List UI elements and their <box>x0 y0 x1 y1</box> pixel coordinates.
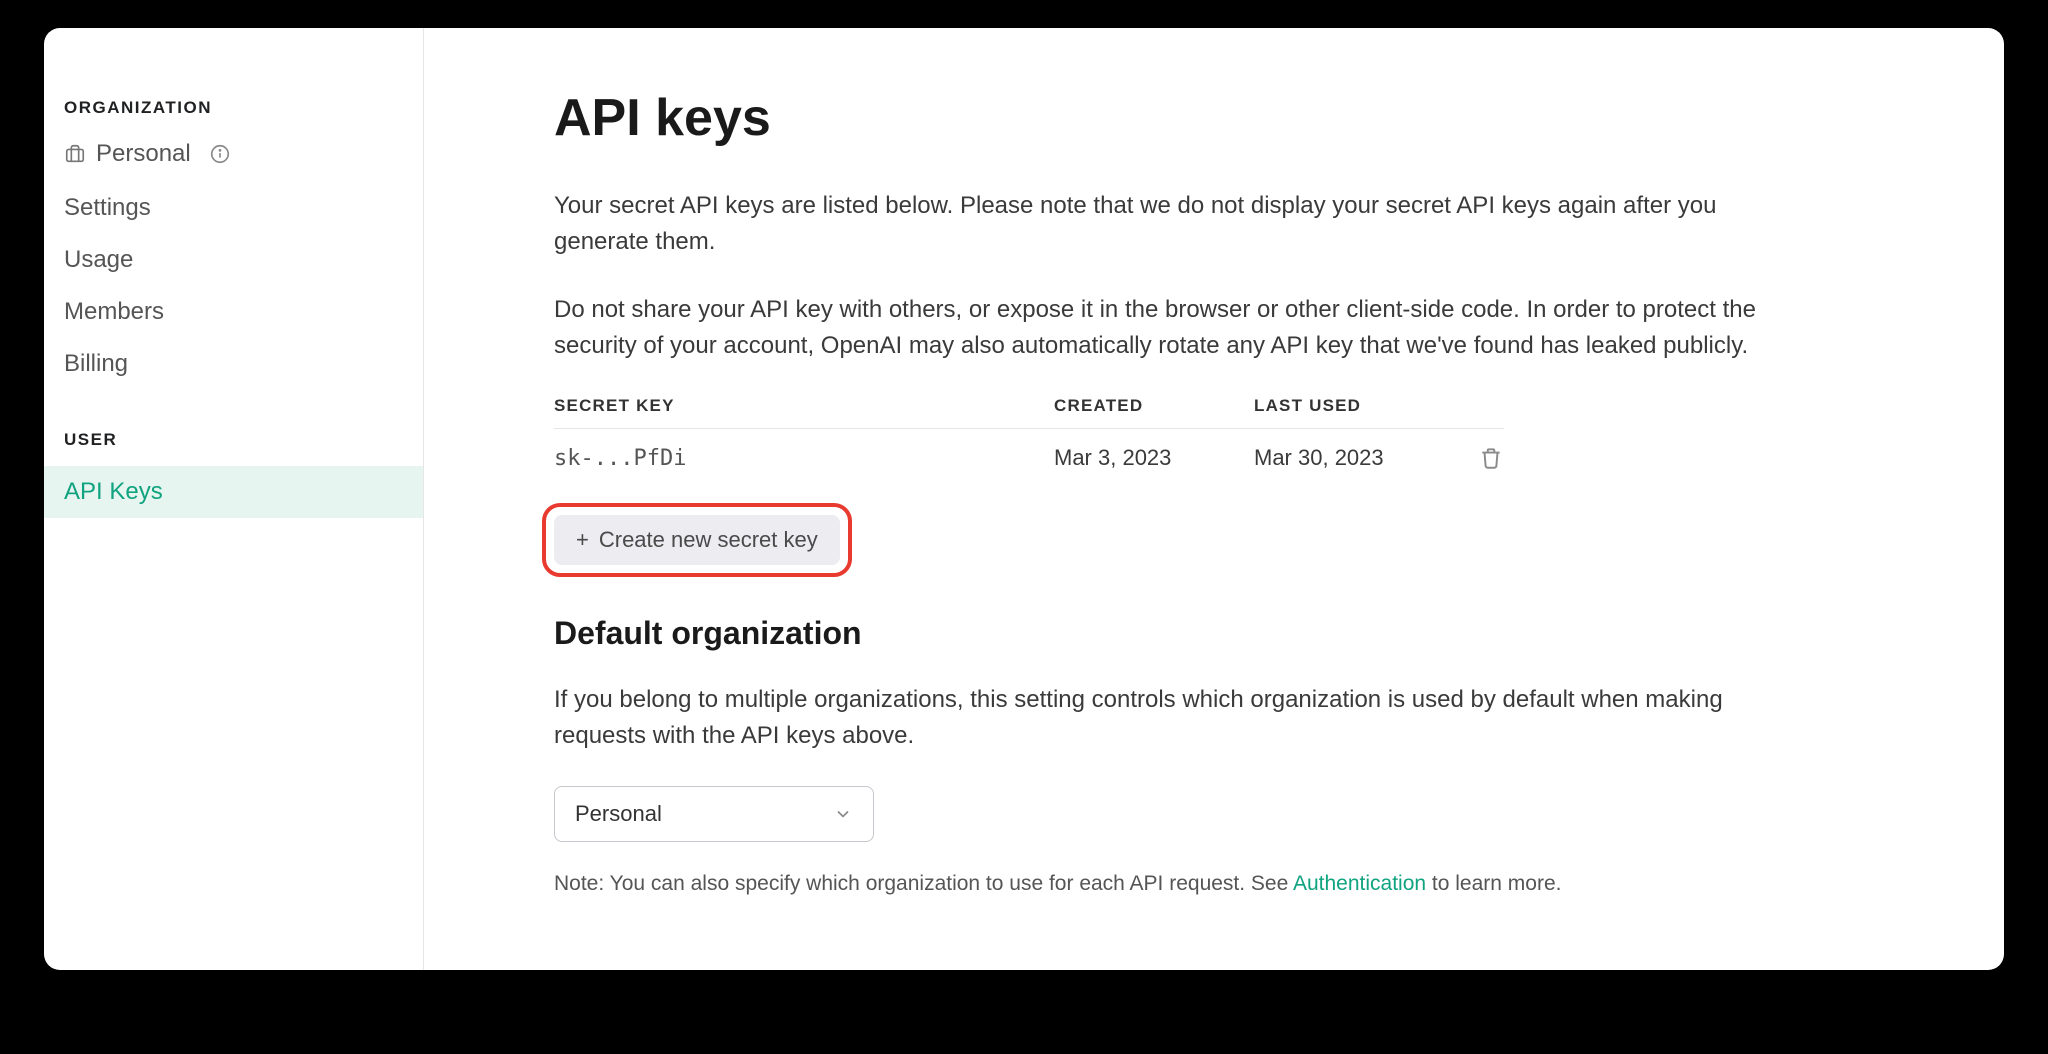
table-header-row: SECRET KEY CREATED LAST USED <box>554 396 1504 429</box>
default-org-title: Default organization <box>554 615 1904 652</box>
cell-created: Mar 3, 2023 <box>1054 445 1254 471</box>
table-row: sk-...PfDi Mar 3, 2023 Mar 30, 2023 <box>554 429 1504 493</box>
app-window: ORGANIZATION Personal Settings Usage Mem… <box>44 28 2004 970</box>
authentication-link[interactable]: Authentication <box>1293 872 1426 895</box>
nav-members[interactable]: Members <box>44 286 423 338</box>
org-switcher[interactable]: Personal <box>44 134 423 182</box>
nav-billing[interactable]: Billing <box>44 338 423 390</box>
default-org-select[interactable]: Personal <box>554 786 874 842</box>
nav-settings[interactable]: Settings <box>44 182 423 234</box>
nav-usage[interactable]: Usage <box>44 234 423 286</box>
sidebar: ORGANIZATION Personal Settings Usage Mem… <box>44 28 424 970</box>
cell-last-used: Mar 30, 2023 <box>1254 445 1454 471</box>
select-value: Personal <box>575 801 662 827</box>
col-secret-key: SECRET KEY <box>554 396 1054 416</box>
col-created: CREATED <box>1054 396 1254 416</box>
cell-secret-key: sk-...PfDi <box>554 446 1054 471</box>
delete-key-button[interactable] <box>1478 445 1504 471</box>
create-button-label: Create new secret key <box>599 527 818 553</box>
user-section-label: USER <box>44 430 423 466</box>
default-org-desc: If you belong to multiple organizations,… <box>554 682 1794 754</box>
intro-paragraph-2: Do not share your API key with others, o… <box>554 292 1794 364</box>
org-name: Personal <box>96 140 191 168</box>
trash-icon <box>1478 445 1504 471</box>
api-keys-table: SECRET KEY CREATED LAST USED sk-...PfDi … <box>554 396 1504 493</box>
intro-paragraph-1: Your secret API keys are listed below. P… <box>554 188 1794 260</box>
main-content: API keys Your secret API keys are listed… <box>424 28 2004 970</box>
annotation-highlight: + Create new secret key <box>542 503 852 577</box>
org-section-label: ORGANIZATION <box>44 98 423 134</box>
create-secret-key-button[interactable]: + Create new secret key <box>554 515 840 565</box>
briefcase-icon <box>64 143 86 165</box>
page-title: API keys <box>554 88 1904 148</box>
default-org-note: Note: You can also specify which organiz… <box>554 872 1904 896</box>
col-last-used: LAST USED <box>1254 396 1454 416</box>
info-icon <box>209 143 231 165</box>
plus-icon: + <box>576 529 589 551</box>
nav-api-keys[interactable]: API Keys <box>44 466 423 518</box>
chevron-down-icon <box>833 804 853 824</box>
